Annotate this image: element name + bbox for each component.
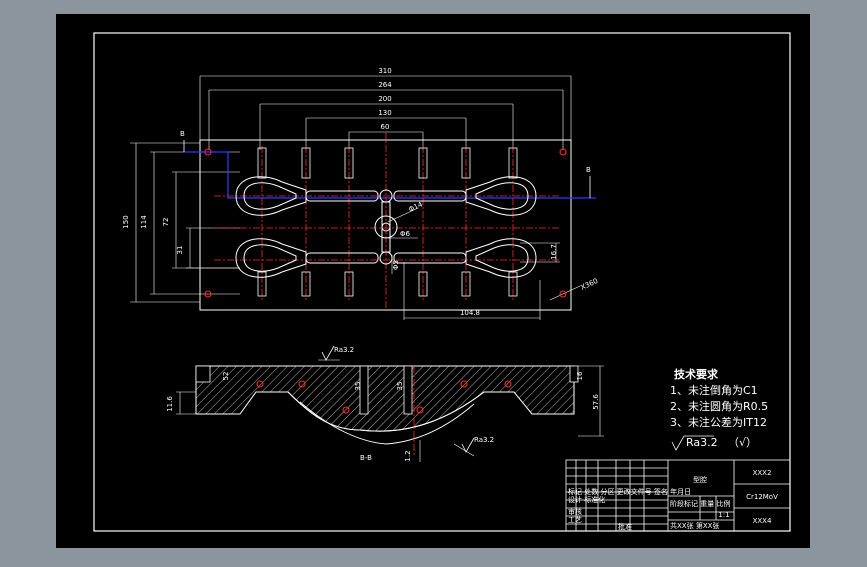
dim-150: 150 [122,215,130,228]
dim-d5: Φ5 [392,260,400,270]
dim-35b: 35 [396,382,404,391]
tb-part-name: 型腔 [693,475,707,484]
dim-35a: 35 [354,382,362,391]
dim-16-7: 16.7 [550,244,558,260]
dim-130: 130 [378,109,391,117]
drawing-sheet: 310 264 200 130 60 150 114 72 31 Φ14 Φ6 … [56,14,810,548]
dim-1-2: 1.2 [404,450,412,461]
dim-16: 16 [576,371,584,380]
note-3: 3、未注公差为IT12 [670,415,767,429]
tb-designer-row: 设计 标准化 [568,495,605,504]
tb-checker: 审核 [568,507,582,516]
notes-roughness: Ra3.2 [686,436,718,449]
roughness-right: Ra3.2 [474,436,494,444]
tb-material: Cr12MoV [746,493,778,501]
section-mark-left: B [180,130,185,138]
dim-114: 114 [140,215,148,229]
tb-stage-headers: 阶段标记 重量 比例 [670,499,730,508]
dim-72: 72 [162,218,170,227]
tb-scale: 1:1 [718,511,729,519]
dim-60: 60 [381,123,390,131]
roughness-left: Ra3.2 [334,346,354,354]
tb-approve: 批准 [618,522,632,531]
dim-d6: Φ6 [400,230,411,238]
dim-31: 31 [176,246,184,255]
dim-264: 264 [378,81,392,89]
dim-104-8: 104.8 [460,309,480,317]
tb-sheet: 共XX张 第XX张 [670,521,719,530]
dim-11-6: 11.6 [166,396,174,412]
cad-viewport: 310 264 200 130 60 150 114 72 31 Φ14 Φ6 … [0,0,867,562]
tb-drawing-no: XXX2 [753,469,772,477]
note-1: 1、未注倒角为C1 [670,383,758,397]
section-mark-right: B [586,166,591,174]
section-view-label: B-B [360,454,372,462]
notes-title: 技术要求 [674,367,719,381]
tb-company: XXX4 [753,517,772,525]
dim-52: 52 [222,372,230,381]
dim-310: 310 [378,67,391,75]
note-2: 2、未注圆角为R0.5 [670,399,768,413]
notes-roughness-extra: （√） [728,436,757,449]
dim-200: 200 [378,95,391,103]
tb-process: 工艺 [568,516,582,524]
paper [56,14,810,548]
tb-col-headers: 标记 处数 分区 更改文件号 签名 年月日 [568,487,691,496]
dim-57-6: 57.6 [592,394,600,410]
